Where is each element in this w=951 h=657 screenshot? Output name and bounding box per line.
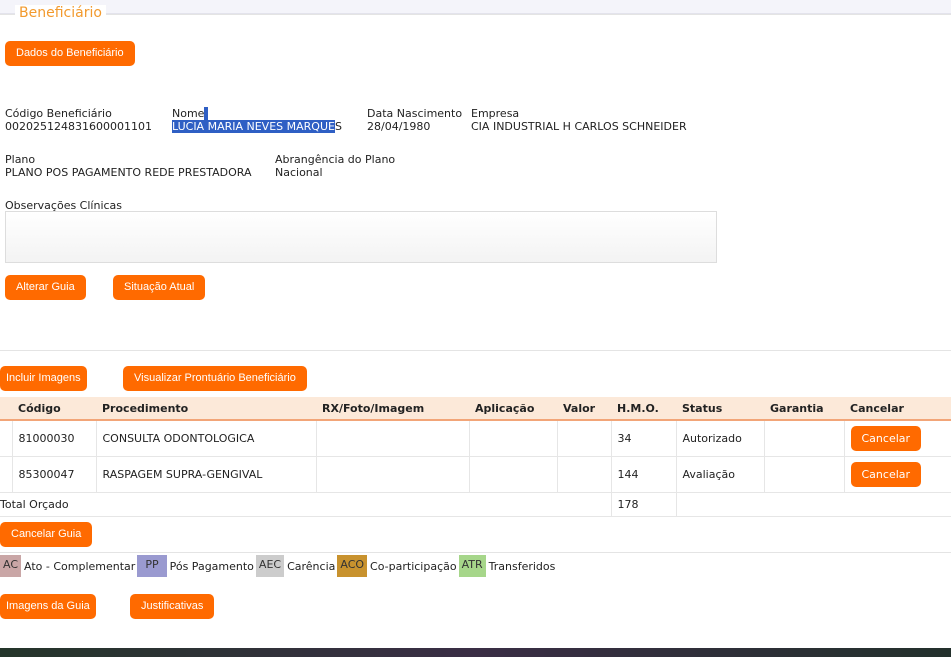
total-hmo: 178	[611, 492, 677, 517]
nasc-value: 28/04/1980	[367, 120, 431, 133]
codigo-value: 00202512483160000110​1	[5, 120, 152, 133]
top-bar	[0, 0, 951, 14]
col-codigo: Código	[12, 397, 96, 421]
abrangencia-label: Abrangência do Plano	[275, 153, 396, 166]
legend-aec-swatch: AEC	[255, 555, 285, 577]
table-row: 85300047 RASPAGEM SUPRA-GENGIVAL 144 Ava…	[0, 456, 951, 493]
section-title: Beneficiário	[15, 5, 106, 21]
cancelar-guia-button[interactable]: Cancelar Guia	[0, 522, 93, 547]
divider	[0, 552, 951, 553]
procedimento-cell: CONSULTA ODONTOLOGICA	[96, 420, 317, 457]
total-label: Total Orçado	[0, 492, 612, 517]
procedures-table: Código Procedimento RX/Foto/Imagem Aplic…	[0, 397, 951, 517]
justificativas-button[interactable]: Justificativas	[130, 594, 215, 619]
status-cell: Autorizado	[676, 420, 765, 457]
codigo-cell: 81000030	[12, 420, 97, 457]
imagens-guia-button[interactable]: Imagens da Guia	[0, 594, 96, 619]
col-garantia: Garantia	[764, 397, 844, 421]
codigo-cell: 85300047	[12, 456, 97, 493]
abrangencia-value: Nacional	[275, 166, 323, 179]
col-status: Status	[676, 397, 764, 421]
divider	[0, 350, 951, 351]
nasc-label: Data Nascimento	[367, 107, 463, 120]
legend-aec-label: Carência	[287, 559, 336, 573]
legend-aco-label: Co-participação	[370, 559, 457, 573]
col-cancelar: Cancelar	[844, 397, 951, 421]
plano-value: PLANO POS PAGAMENTO REDE PRESTADORA	[5, 166, 252, 179]
status-cell: Avaliação	[676, 456, 765, 493]
legend-atr-label: Transferidos	[488, 559, 556, 573]
incluir-imagens-button[interactable]: Incluir Imagens	[0, 366, 87, 391]
status-legend: AC Ato - Complementar PP Pós Pagamento AEC…	[0, 555, 555, 577]
col-hmo: H.M.O.	[611, 397, 676, 421]
plano-label: Plano	[5, 153, 36, 166]
legend-pp-label: Pós Pagamento	[169, 559, 254, 573]
empresa-value: CIA INDUSTRIAL H CARLOS SCHNEIDER	[471, 120, 687, 133]
os-taskbar	[0, 648, 951, 657]
total-row: Total Orçado 178	[0, 492, 951, 517]
hmo-cell: 144	[611, 456, 677, 493]
hmo-cell: 34	[611, 420, 677, 457]
legend-ac-label: Ato - Complementar	[24, 559, 136, 573]
visualizar-prontuario-button[interactable]: Visualizar Prontuário Beneficiário	[123, 366, 307, 391]
fieldset-line	[0, 14, 951, 15]
legend-atr-swatch: ATR	[458, 555, 486, 577]
dados-beneficiario-button[interactable]: Dados do Beneficiário	[5, 41, 135, 66]
situacao-atual-button[interactable]: Situação Atual	[113, 275, 206, 300]
cancelar-row-button[interactable]: Cancelar	[850, 425, 922, 451]
codigo-label: Código Beneficiário	[5, 107, 112, 120]
observacoes-textarea[interactable]	[5, 211, 717, 263]
legend-aco-swatch: ACO	[337, 555, 368, 577]
col-rx: RX/Foto/Imagem	[316, 397, 469, 421]
alterar-guia-button[interactable]: Alterar Guia	[5, 275, 86, 300]
cancelar-row-button[interactable]: Cancelar	[850, 461, 922, 487]
procedimento-cell: RASPAGEM SUPRA-GENGIVAL	[96, 456, 317, 493]
empresa-label: Empresa	[471, 107, 520, 120]
col-procedimento: Procedimento	[96, 397, 316, 421]
nome-value: LUCIA MARIA NEVES MARQUES	[172, 120, 342, 133]
nome-label: Nome	[172, 107, 208, 120]
table-row: 81000030 CONSULTA ODONTOLOGICA 34 Autori…	[0, 420, 951, 457]
legend-pp-swatch: PP	[137, 555, 167, 577]
legend-ac-swatch: AC	[0, 555, 22, 577]
col-aplicacao: Aplicação	[469, 397, 557, 421]
col-valor: Valor	[557, 397, 611, 421]
